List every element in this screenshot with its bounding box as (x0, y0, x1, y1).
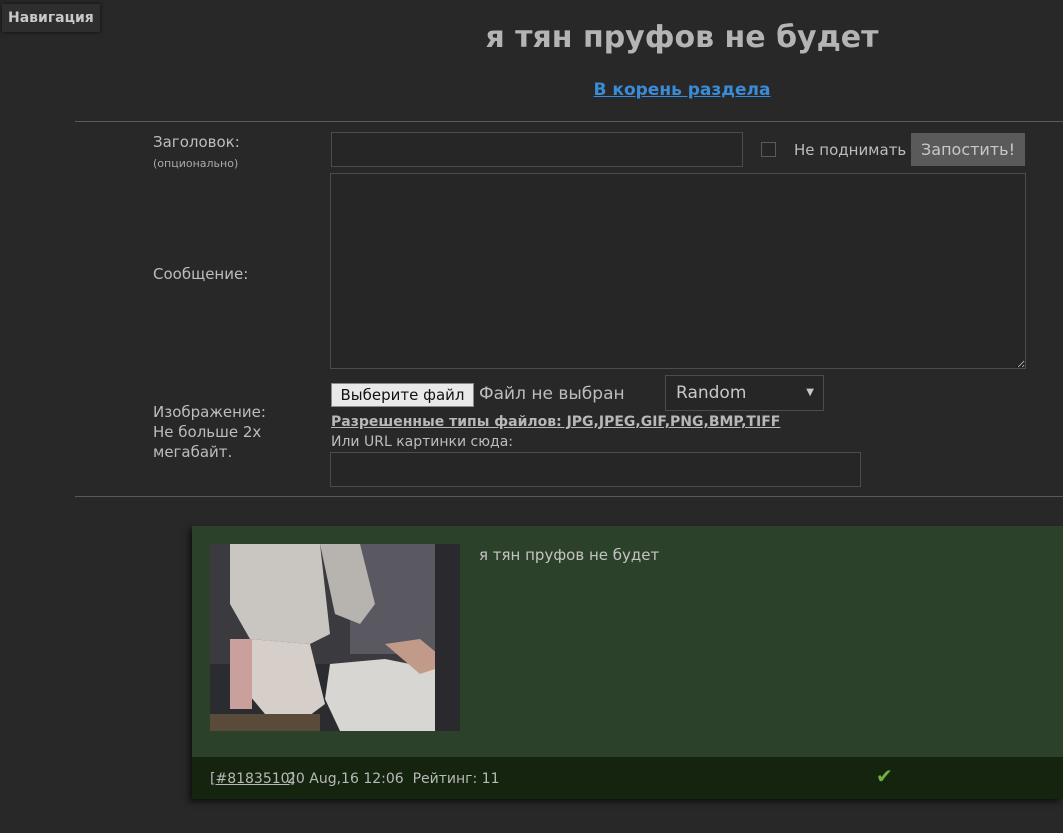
post-footer: [#8183510] 20 Aug,16 12:06 Рейтинг: 11 ✔ (192, 757, 1063, 799)
op-post: я тян пруфов не будет [#8183510] 20 Aug,… (192, 526, 1063, 799)
post-photo (210, 544, 460, 731)
divider-top (75, 121, 1063, 122)
image-option-select[interactable]: Random ▼ (665, 375, 824, 411)
rating-value: 11 (481, 771, 500, 787)
check-icon[interactable]: ✔ (876, 764, 893, 788)
post-meta: 20 Aug,16 12:06 Рейтинг: 11 (287, 771, 500, 787)
thread-title: я тян пруфов не будет (485, 20, 879, 55)
image-label-line1: Изображение: (153, 403, 266, 421)
image-url-label: Или URL картинки сюда: (331, 434, 513, 450)
page: Навигация я тян пруфов не будет В корень… (0, 0, 1063, 833)
root-section-link[interactable]: В корень раздела (594, 80, 771, 100)
allowed-file-types: Разрешенные типы файлов: JPG,JPEG,GIF,PN… (331, 414, 781, 430)
message-label: Сообщение: (153, 265, 249, 283)
image-url-input[interactable] (330, 452, 861, 487)
image-label-line3: мегабайт. (153, 443, 233, 461)
post-message: я тян пруфов не будет (479, 546, 660, 564)
post-thumbnail[interactable] (210, 544, 460, 731)
image-label-line2: Не больше 2х (153, 423, 262, 441)
subject-input[interactable] (331, 132, 743, 167)
no-bump-label: Не поднимать (794, 141, 907, 159)
dropdown-arrow-icon: ▼ (806, 387, 814, 398)
rating-label: Рейтинг: (412, 771, 478, 787)
image-label: Изображение: Не больше 2х мегабайт. (153, 402, 266, 462)
subject-hint: (опционально) (153, 157, 239, 170)
navigation-button[interactable]: Навигация (2, 4, 100, 32)
submit-post-button[interactable]: Запостить! (911, 133, 1025, 166)
choose-file-button[interactable]: Выберите файл (331, 383, 474, 407)
file-status-text: Файл не выбран (479, 384, 625, 404)
divider-bottom (75, 496, 1063, 497)
root-link-container: В корень раздела (300, 80, 1063, 100)
message-textarea[interactable] (330, 173, 1026, 369)
subject-label: Заголовок: (153, 133, 240, 151)
select-value: Random (676, 383, 747, 403)
post-number-link[interactable]: [#8183510] (210, 771, 295, 787)
no-bump-checkbox[interactable] (761, 142, 776, 157)
post-date: 20 Aug,16 12:06 (287, 771, 404, 787)
